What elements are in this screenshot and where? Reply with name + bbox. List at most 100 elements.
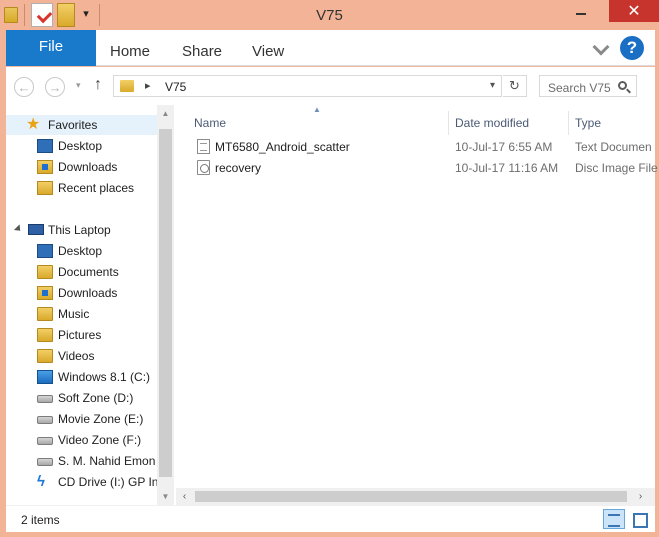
scroll-right-arrow-icon[interactable]: › (632, 488, 649, 505)
help-icon[interactable]: ? (620, 36, 644, 60)
scroll-left-arrow-icon[interactable]: ‹ (176, 488, 193, 505)
nav-drive-cd[interactable]: ϟ CD Drive (I:) GP Int (6, 472, 162, 492)
breadcrumb-separator-icon[interactable]: ▸ (145, 79, 151, 92)
column-header-name[interactable]: Name (188, 111, 449, 135)
nav-item-label: CD Drive (I:) GP Int (58, 475, 162, 489)
breadcrumb-current[interactable]: V75 (165, 80, 186, 94)
nav-drive-f[interactable]: Video Zone (F:) (6, 430, 158, 450)
music-folder-icon (37, 307, 53, 321)
customize-toolbar-dropdown-icon[interactable]: ▾ (79, 5, 93, 25)
nav-item-label: Downloads (58, 160, 118, 174)
horizontal-scrollbar[interactable]: ‹ › (176, 488, 655, 505)
refresh-button[interactable]: ↻ (503, 75, 527, 97)
search-icon[interactable] (618, 81, 627, 90)
tab-share[interactable]: Share (182, 43, 222, 60)
navigation-bar: ← → ▾ ↑ ▸ V75 ▾ ↻ (6, 67, 655, 105)
ribbon: File Home Share View ? (6, 30, 655, 66)
nav-item-label: Desktop (58, 244, 103, 258)
horizontal-scrollbar-thumb[interactable] (195, 491, 627, 502)
toolbar-divider (24, 4, 25, 26)
recent-places-icon (37, 181, 53, 195)
file-type: Text Documen (575, 140, 652, 154)
app-folder-icon[interactable] (4, 7, 18, 23)
nav-laptop-downloads[interactable]: Downloads (6, 283, 158, 303)
nav-item-label: S. M. Nahid Emon (58, 454, 156, 468)
nav-favorites-desktop[interactable]: Desktop (6, 136, 158, 156)
nav-drive-c[interactable]: Windows 8.1 (C:) (6, 367, 158, 387)
nav-laptop-music[interactable]: Music (6, 304, 158, 324)
window-border-right (655, 30, 659, 537)
new-folder-icon[interactable] (57, 3, 75, 27)
nav-item-label: Documents (58, 265, 119, 279)
file-row[interactable]: recovery 10-Jul-17 11:16 AM Disc Image F… (188, 157, 658, 178)
up-arrow-button[interactable]: ↑ (94, 76, 102, 94)
file-date-modified: 10-Jul-17 11:16 AM (455, 161, 559, 175)
laptop-icon (28, 224, 44, 235)
file-type: Disc Image File (575, 161, 658, 175)
close-button[interactable]: ✕ (609, 0, 659, 22)
nav-item-label: Windows 8.1 (C:) (58, 370, 151, 384)
tab-file[interactable]: File (6, 30, 96, 66)
scrollbar-thumb[interactable] (159, 129, 172, 477)
window-border-bottom (0, 532, 659, 537)
minimize-button[interactable] (567, 0, 595, 22)
nav-item-label: Music (58, 307, 90, 321)
toolbar-divider (99, 4, 100, 26)
disc-image-icon (197, 160, 210, 175)
properties-icon[interactable] (31, 3, 53, 27)
column-header-type[interactable]: Type (569, 111, 659, 135)
nav-drive-e[interactable]: Movie Zone (E:) (6, 409, 158, 429)
nav-favorites[interactable]: ★ Favorites (6, 115, 158, 135)
nav-item-label: Pictures (58, 328, 102, 342)
downloads-folder-icon (37, 160, 53, 174)
expand-arrow-icon[interactable] (13, 224, 24, 234)
nav-item-label: Soft Zone (D:) (58, 391, 134, 405)
navigation-pane-scrollbar[interactable]: ▲ ▼ (157, 105, 174, 505)
column-header-date[interactable]: Date modified (449, 111, 569, 135)
nav-favorites-downloads[interactable]: Downloads (6, 157, 158, 177)
quick-access-toolbar: ▾ (4, 3, 102, 27)
address-history-dropdown-icon[interactable]: ▾ (490, 80, 495, 91)
navigation-pane: ★ Favorites Desktop Downloads Recent pla… (6, 105, 176, 505)
title-bar: ▾ V75 ✕ (0, 0, 659, 30)
pictures-folder-icon (37, 328, 53, 342)
nav-item-label: Recent places (58, 181, 135, 195)
nav-drive-nahid[interactable]: S. M. Nahid Emon (6, 451, 158, 471)
nav-item-label: Video Zone (F:) (58, 433, 142, 447)
nav-drive-d[interactable]: Soft Zone (D:) (6, 388, 158, 408)
nav-this-laptop[interactable]: This Laptop (6, 220, 158, 240)
file-name: recovery (215, 161, 262, 175)
windows-drive-icon (37, 370, 53, 384)
recent-locations-dropdown-icon[interactable]: ▾ (76, 80, 81, 91)
nav-laptop-pictures[interactable]: Pictures (6, 325, 158, 345)
hard-drive-icon (37, 416, 53, 424)
close-icon: ✕ (627, 3, 641, 20)
documents-folder-icon (37, 265, 53, 279)
nav-item-label: Videos (58, 349, 95, 363)
minimize-icon (576, 13, 586, 15)
star-icon: ★ (26, 116, 41, 133)
nav-favorites-recent[interactable]: Recent places (6, 178, 158, 198)
details-view-icon[interactable] (603, 509, 625, 529)
scroll-up-arrow-icon[interactable]: ▲ (157, 105, 174, 122)
file-row[interactable]: MT6580_Android_scatter 10-Jul-17 6:55 AM… (188, 136, 658, 157)
scroll-down-arrow-icon[interactable]: ▼ (157, 488, 174, 505)
tab-home[interactable]: Home (110, 43, 150, 60)
nav-this-laptop-label: This Laptop (48, 223, 111, 237)
nav-laptop-videos[interactable]: Videos (6, 346, 158, 366)
expand-ribbon-chevron-icon[interactable] (592, 38, 610, 56)
nav-laptop-desktop[interactable]: Desktop (6, 241, 158, 261)
address-bar[interactable]: ▸ V75 ▾ (113, 75, 502, 97)
status-bar: 2 items (6, 505, 655, 532)
tab-view[interactable]: View (252, 43, 284, 60)
cd-drive-icon: ϟ (37, 473, 45, 490)
back-button[interactable]: ← (14, 77, 34, 97)
large-icons-view-icon[interactable] (628, 509, 650, 529)
nav-favorites-label: Favorites (48, 118, 98, 132)
file-name: MT6580_Android_scatter (215, 140, 350, 154)
file-date-modified: 10-Jul-17 6:55 AM (455, 140, 553, 154)
nav-laptop-documents[interactable]: Documents (6, 262, 158, 282)
hard-drive-icon (37, 458, 53, 466)
forward-button[interactable]: → (45, 77, 65, 97)
text-file-icon (197, 139, 210, 154)
